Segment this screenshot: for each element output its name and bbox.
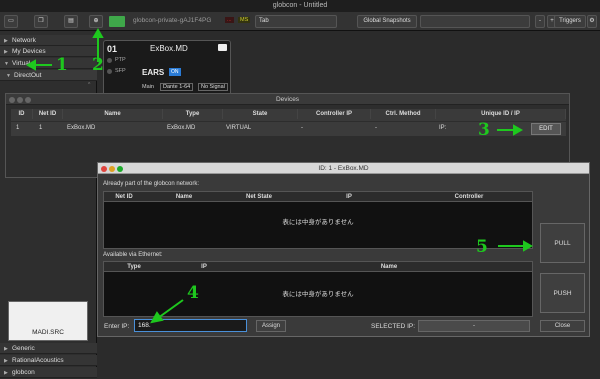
annotation-4: 4 (187, 283, 199, 303)
arrowhead-1 (25, 59, 36, 71)
annotation-2: 2 (92, 55, 104, 75)
annotation-5: 5 (476, 237, 488, 257)
annotation-1: 1 (56, 55, 68, 75)
arrowhead-3 (513, 124, 524, 136)
arrowhead-4 (150, 311, 164, 324)
arrowhead-5 (523, 240, 534, 252)
annotation-3: 3 (478, 120, 490, 140)
arrowhead-2 (92, 27, 104, 38)
arrow-4 (157, 299, 184, 319)
annotation-arrows (25, 27, 534, 324)
